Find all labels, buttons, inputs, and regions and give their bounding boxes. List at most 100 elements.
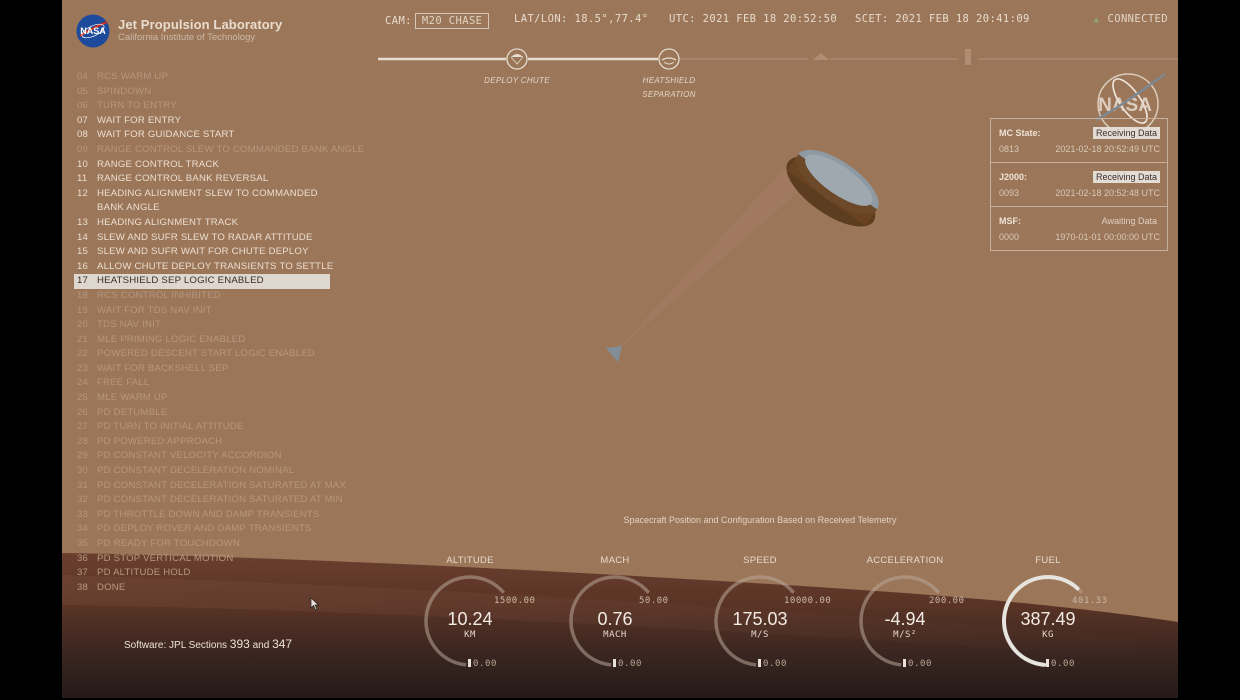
gauge-unit: MACH (603, 630, 627, 640)
event-label: PD DETUMBLE (97, 406, 168, 418)
event-item: 34 PD DEPLOY ROVER AND DAMP TRANSIENTS (74, 522, 344, 537)
event-number: 37 (77, 567, 89, 579)
event-item: 16 ALLOW CHUTE DEPLOY TRANSIENTS TO SETTL… (74, 260, 344, 275)
heatshield-icon (658, 48, 680, 70)
event-number: 08 (77, 129, 89, 141)
event-item: 08 WAIT FOR GUIDANCE START (74, 128, 344, 143)
event-item: 37 PD ALTITUDE HOLD (74, 566, 344, 581)
backshell-icon (813, 53, 829, 60)
scet-value: 2021 FEB 18 20:41:09 (895, 13, 1030, 25)
event-sequence-list: 04 RCS WARM UP 05 SPINDOWN 06 TURN TO ENTRY 07… (74, 70, 364, 595)
event-item: 20 TDS NAV INIT (74, 318, 344, 333)
event-label: PD CONSTANT DECELERATION SATURATED AT MA… (97, 479, 346, 491)
event-label: DONE (97, 581, 126, 593)
telemetry-viewport: NASA Jet Propulsion Laboratory Californi… (62, 0, 1178, 698)
org-subtitle: California Institute of Technology (118, 32, 256, 43)
event-item: 19 WAIT FOR TDS NAV INIT (74, 304, 344, 319)
signal-icon: ▲ (1093, 15, 1100, 25)
event-item: 17 HEATSHIELD SEP LOGIC ENABLED (74, 274, 330, 289)
scene-caption: Spacecraft Position and Configuration Ba… (623, 515, 897, 525)
camera-select[interactable]: M20 CHASE (414, 13, 490, 29)
event-number: 32 (77, 494, 89, 506)
org-name: Jet Propulsion Laboratory (118, 17, 283, 32)
event-number: 16 (77, 260, 89, 272)
status-badge: Awaiting Data (1101, 216, 1157, 226)
scet-readout: SCET: 2021 FEB 18 20:41:09 (855, 13, 1030, 25)
event-number: 15 (77, 246, 89, 258)
status-timestamp: 2021-02-18 20:52:49 UTC (1055, 144, 1160, 154)
gauge-acceleration: ACCELERATION 200.00 -4.94 M/S² 0.00 (859, 555, 1003, 685)
event-number: 06 (77, 100, 89, 112)
event-item: 07 WAIT FOR ENTRY (74, 114, 344, 129)
event-label: WAIT FOR BACKSHELL SEP (97, 362, 229, 374)
event-item: 24 FREE FALL (74, 376, 344, 391)
event-item: 33 PD THROTTLE DOWN AND DAMP TRANSIENTS (74, 508, 344, 523)
gauge-min: 0.00 (613, 659, 642, 669)
gauge-max: 1500.00 (494, 596, 536, 606)
gauge-value: 10.24 (447, 609, 493, 629)
event-label: SLEW AND SUFR SLEW TO RADAR ATTITUDE (97, 231, 313, 243)
event-number: 27 (77, 421, 89, 433)
gauge-max: 401.33 (1072, 596, 1108, 606)
milestone-timeline: DEPLOY CHUTE HEATSHIELD SEPARATION (378, 44, 1178, 104)
software-section-1: 393 (229, 637, 250, 651)
gauge-min-marker (903, 659, 906, 667)
event-item: 18 RCS CONTROL INHIBITED (74, 289, 344, 304)
event-label: RCS WARM UP (97, 71, 169, 82)
event-item: 09 RANGE CONTROL SLEW TO COMMANDED BANK A… (74, 143, 364, 158)
event-number: 28 (77, 435, 89, 447)
event-number: 07 (77, 114, 89, 126)
nasa-logo: NASA (76, 14, 110, 48)
event-label: RANGE CONTROL SLEW TO COMMANDED BANK ANG… (97, 143, 365, 155)
event-item: 25 MLE WARM UP (74, 391, 344, 406)
gauge-max: 50.00 (639, 596, 669, 606)
event-item: 31 PD CONSTANT DECELERATION SATURATED AT … (74, 479, 346, 494)
spacecraft-render (606, 149, 879, 362)
status-row-msf: MSF: Awaiting Data 0000 1970-01-01 00:00… (991, 206, 1167, 250)
event-label: MLE WARM UP (97, 392, 168, 404)
status-badge: Receiving Data (1092, 127, 1160, 139)
event-number: 30 (77, 465, 89, 477)
gauge-min: 0.00 (468, 659, 497, 669)
event-number: 12 (77, 187, 89, 199)
event-label: TDS NAV INIT (97, 319, 162, 331)
utc-readout: UTC: 2021 FEB 18 20:52:50 (669, 13, 837, 25)
event-number: 25 (77, 392, 89, 404)
utc-value: 2021 FEB 18 20:52:50 (702, 13, 838, 25)
event-item: 32 PD CONSTANT DECELERATION SATURATED AT … (74, 493, 344, 508)
connection-status: ▲ CONNECTED (1094, 13, 1169, 25)
gauge-min: 0.00 (903, 659, 932, 669)
event-label: HEADING ALIGNMENT TRACK (97, 216, 239, 228)
status-id: 0813 (999, 144, 1020, 154)
status-id: 0000 (999, 232, 1020, 242)
event-item: 13 HEADING ALIGNMENT TRACK (74, 216, 344, 231)
event-label: MLE PRIMING LOGIC ENABLED (97, 333, 246, 345)
timeline-track (378, 57, 1178, 61)
gauge-max: 10000.00 (784, 596, 832, 606)
event-label: WAIT FOR TDS NAV INIT (97, 304, 212, 316)
gauge-min-marker (758, 659, 761, 667)
gauge-unit: KM (464, 630, 476, 640)
gauge-title: ACCELERATION (866, 555, 944, 566)
event-number: 31 (77, 479, 89, 491)
event-label: PD DEPLOY ROVER AND DAMP TRANSIENTS (97, 523, 312, 535)
event-item: 14 SLEW AND SUFR SLEW TO RADAR ATTITUDE (74, 231, 344, 246)
milestone-label-line2: SEPARATION (642, 90, 696, 99)
milestone-label-heatshield-separation: HEATSHIELD SEPARATION (626, 74, 712, 102)
status-id: 0093 (999, 188, 1020, 198)
status-row-mc-state: MC State: Receiving Data 0813 2021-02-18… (991, 119, 1167, 162)
event-label: PD CONSTANT DECELERATION NOMINAL (97, 465, 295, 477)
latlon-label: LAT/LON: (514, 13, 568, 25)
event-label: PD POWERED APPROACH (97, 435, 223, 447)
gauge-speed: SPEED 10000.00 175.03 M/S 0.00 (714, 555, 858, 685)
event-label: SLEW AND SUFR WAIT FOR CHUTE DEPLOY (97, 246, 309, 258)
gauge-min-marker (1046, 659, 1049, 667)
event-number: 11 (77, 173, 88, 185)
gauge-unit: M/S (751, 630, 769, 640)
parachute-icon (506, 48, 528, 70)
scet-label: SCET: (855, 13, 889, 25)
status-timestamp: 2021-02-18 20:52:48 UTC (1055, 188, 1160, 198)
event-number: 09 (77, 143, 89, 155)
gauge-min-marker (468, 659, 471, 667)
event-item: 27 PD TURN TO INITIAL ATTITUDE (74, 420, 344, 435)
